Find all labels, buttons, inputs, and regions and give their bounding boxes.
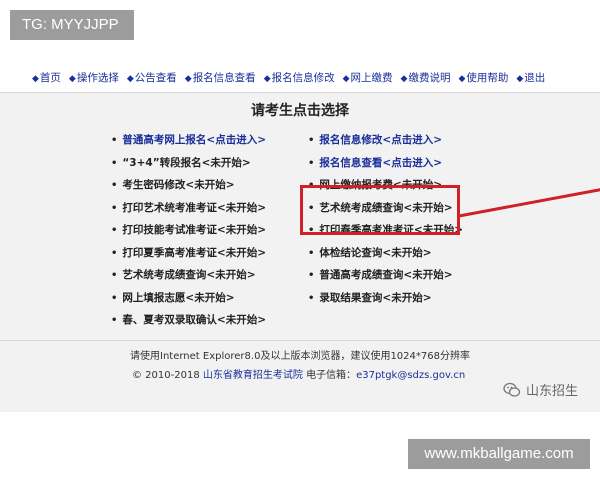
option-medical-result-query[interactable]: • 体检结论查询<未开始> [308, 242, 463, 265]
browser-requirement-note: 请使用Internet Explorer8.0及以上版本浏览器，建议使用1024… [130, 351, 470, 362]
wechat-watermark: 山东招生 [503, 380, 578, 399]
option-view-registration[interactable]: • 报名信息查看<点击进入> [308, 152, 463, 175]
top-navigation: ◆首页 ◆操作选择 ◆公告查看 ◆报名信息查看 ◆报名信息修改 ◆网上缴费 ◆缴… [0, 62, 600, 92]
bullet-icon: • [111, 270, 118, 281]
bullet-icon: • [308, 292, 315, 304]
bullet-icon: • [308, 135, 315, 146]
bullet-icon: • [111, 315, 118, 326]
nav-payment-help[interactable]: ◆缴费说明 [401, 70, 451, 85]
diamond-icon: ◆ [342, 73, 350, 84]
diamond-icon: ◆ [458, 73, 466, 84]
nav-announcements[interactable]: ◆公告查看 [127, 70, 177, 85]
diamond-icon: ◆ [32, 73, 39, 84]
option-change-password[interactable]: • 考生密码修改<未开始> [111, 174, 266, 197]
email-link[interactable]: e37ptgk@sdzs.gov.cn [356, 370, 465, 381]
bullet-icon: • [308, 157, 315, 169]
option-gaokao-score-query[interactable]: • 普通高考成绩查询<未开始> [308, 264, 463, 287]
diamond-icon: ◆ [184, 73, 192, 84]
bullet-icon: • [111, 247, 118, 259]
option-online-application[interactable]: • 网上填报志愿<未开始> [111, 287, 266, 310]
diamond-icon: ◆ [263, 73, 271, 84]
diamond-icon: ◆ [126, 73, 134, 84]
option-print-art-admission[interactable]: • 打印艺术统考准考证<未开始> [111, 197, 266, 220]
watermark-text: 山东招生 [526, 384, 579, 399]
option-gaokao-registration[interactable]: • 普通高考网上报名<点击进入> [111, 129, 266, 152]
bullet-icon: • [111, 225, 118, 236]
copyright-line: © 2010-2018 山东省教育招生考试院 电子信箱：e37ptgk@sdzs… [132, 366, 465, 381]
bullet-icon: • [111, 202, 118, 214]
nav-usage-help[interactable]: ◆使用帮助 [458, 70, 508, 85]
bullet-icon: • [111, 135, 118, 146]
bullet-icon: • [308, 270, 315, 281]
nav-view-registration[interactable]: ◆报名信息查看 [185, 70, 256, 85]
option-print-summer-admission[interactable]: • 打印夏季高考准考证<未开始> [111, 242, 266, 265]
nav-home[interactable]: ◆首页 [32, 70, 61, 85]
option-print-skills-admission[interactable]: • 打印技能考试准考证<未开始> [111, 219, 266, 242]
option-admission-result-query[interactable]: • 录取结果查询<未开始> [308, 287, 463, 310]
option-3plus4-registration[interactable]: • “3+4”转段报名<未开始> [111, 152, 266, 175]
diamond-icon: ◆ [68, 73, 76, 84]
nav-logout[interactable]: ◆退出 [516, 70, 545, 85]
pointer-arrow-line [458, 188, 600, 218]
option-edit-registration[interactable]: • 报名信息修改<点击进入> [308, 129, 463, 152]
page-title: 请考生点击选择 [251, 103, 349, 119]
nav-divider [0, 92, 600, 93]
bullet-icon: • [308, 247, 315, 259]
overlay-tag-top: TG: MYYJJPP [10, 10, 134, 40]
email-label: 电子信箱： [306, 370, 357, 381]
wechat-icon [503, 382, 521, 397]
left-option-list: • 普通高考网上报名<点击进入> • “3+4”转段报名<未开始> • 考生密码修改<… [111, 129, 266, 332]
option-art-score-query[interactable]: • 艺术统考成绩查询<未开始> [111, 264, 266, 287]
nav-operation-select[interactable]: ◆操作选择 [69, 70, 119, 85]
diamond-icon: ◆ [400, 73, 408, 84]
footer-divider [0, 340, 600, 341]
bullet-icon: • [111, 180, 118, 191]
highlight-box [300, 185, 460, 235]
overlay-tag-bottom: www.mkballgame.com [408, 439, 590, 469]
option-dual-admission-confirm[interactable]: • 春、夏考双录取确认<未开始> [111, 309, 266, 332]
diamond-icon: ◆ [516, 73, 524, 84]
org-link[interactable]: 山东省教育招生考试院 [203, 370, 303, 381]
copyright-text: © 2010-2018 [132, 370, 200, 381]
browser-screenshot: ◆首页 ◆操作选择 ◆公告查看 ◆报名信息查看 ◆报名信息修改 ◆网上缴费 ◆缴… [0, 62, 600, 412]
nav-online-payment[interactable]: ◆网上缴费 [343, 70, 393, 85]
nav-edit-registration[interactable]: ◆报名信息修改 [264, 70, 335, 85]
bullet-icon: • [111, 292, 118, 304]
bullet-icon: • [111, 157, 118, 169]
